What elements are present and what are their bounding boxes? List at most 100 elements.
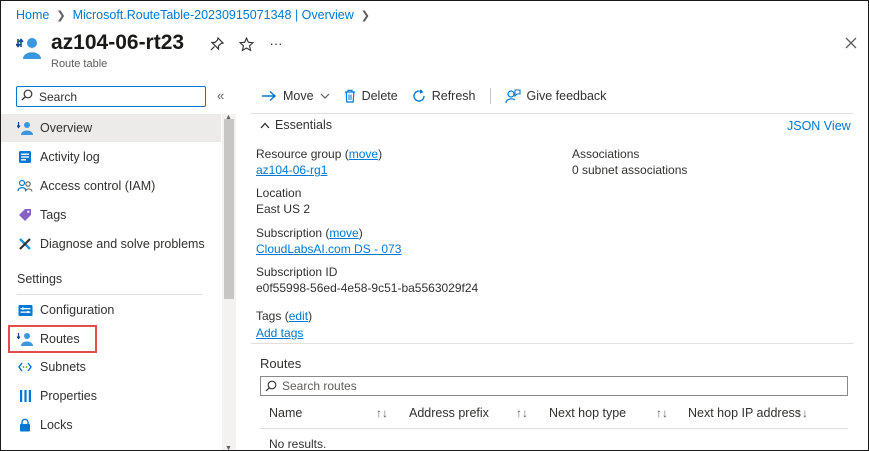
- delete-label: Delete: [361, 89, 398, 103]
- divider: [251, 343, 853, 344]
- subscription-move-link[interactable]: move: [329, 226, 358, 240]
- give-feedback-button[interactable]: Give feedback: [504, 88, 607, 104]
- lock-icon: [17, 417, 33, 433]
- refresh-icon: [412, 89, 426, 103]
- trash-icon: [344, 89, 356, 103]
- wrench-icon: [17, 236, 33, 252]
- divider: [251, 113, 853, 114]
- sort-icon[interactable]: ↑↓: [376, 406, 388, 420]
- activity-log-icon: [17, 149, 33, 165]
- tags-label: Tags (edit): [256, 309, 313, 323]
- chevron-right-icon: ❯: [56, 9, 66, 22]
- sidebar-item-locks[interactable]: Locks: [1, 411, 221, 439]
- subscription-value: CloudLabsAI.com DS - 073: [256, 242, 401, 256]
- essentials-toggle[interactable]: Essentials: [260, 118, 332, 132]
- sidebar-item-label: Properties: [40, 389, 97, 403]
- sidebar-item-access-control[interactable]: Access control (IAM): [1, 172, 221, 200]
- resource-group-link[interactable]: az104-06-rg1: [256, 163, 327, 177]
- sidebar-item-overview[interactable]: Overview: [1, 114, 221, 142]
- sidebar-item-diagnose[interactable]: Diagnose and solve problems: [1, 230, 221, 258]
- resource-group-value: az104-06-rg1: [256, 163, 327, 177]
- sidebar-item-label: Configuration: [40, 303, 115, 317]
- sort-icon[interactable]: ↑↓: [516, 406, 528, 420]
- breadcrumb-resource[interactable]: Microsoft.RouteTable-20230915071348 | Ov…: [73, 8, 354, 22]
- move-label: Move: [283, 89, 314, 103]
- sidebar-scrollbar[interactable]: ▲ ▼: [222, 114, 236, 450]
- configuration-icon: [17, 302, 33, 318]
- routes-search-input[interactable]: [282, 379, 822, 393]
- sidebar-item-activity-log[interactable]: Activity log: [1, 143, 221, 171]
- column-header-next-hop-ip[interactable]: Next hop IP address: [688, 406, 801, 420]
- column-header-address-prefix[interactable]: Address prefix: [409, 406, 489, 420]
- delete-button[interactable]: Delete: [344, 89, 398, 103]
- page-title: az104-06-rt23: [51, 31, 185, 54]
- subscription-id-value: e0f55998-56ed-4e58-9c51-ba5563029f24: [256, 281, 479, 295]
- essentials-label: Essentials: [275, 118, 332, 132]
- sort-icon[interactable]: ↑↓: [796, 406, 808, 420]
- sidebar-search[interactable]: [16, 86, 206, 107]
- subscription-id-label: Subscription ID: [256, 265, 338, 279]
- sidebar-item-label: Tags: [40, 208, 67, 222]
- route-table-icon: [15, 35, 42, 61]
- associations-value: 0 subnet associations: [572, 163, 688, 177]
- sidebar-item-label: Locks: [40, 418, 73, 432]
- breadcrumb-home[interactable]: Home: [16, 8, 49, 22]
- scroll-thumb[interactable]: [224, 119, 234, 299]
- add-tags-link[interactable]: Add tags: [256, 326, 303, 340]
- refresh-label: Refresh: [431, 89, 476, 103]
- column-header-name[interactable]: Name: [269, 406, 302, 420]
- search-icon: [265, 380, 277, 392]
- sidebar-item-configuration[interactable]: Configuration: [1, 296, 221, 324]
- tag-icon: [17, 207, 33, 223]
- add-tags: Add tags: [256, 326, 303, 340]
- sidebar-item-label: Activity log: [40, 150, 100, 164]
- sidebar-search-input[interactable]: [39, 89, 199, 104]
- divider: [17, 294, 203, 295]
- routes-search[interactable]: [260, 376, 848, 396]
- collapse-sidebar-icon[interactable]: «: [217, 88, 224, 103]
- page-subtitle: Route table: [51, 58, 108, 70]
- search-icon: [21, 89, 33, 104]
- no-results-text: No results.: [269, 437, 327, 451]
- chevron-right-icon: ❯: [360, 9, 370, 22]
- feedback-icon: [504, 88, 521, 104]
- sidebar-item-subnets[interactable]: Subnets: [1, 353, 221, 381]
- associations-label: Associations: [572, 147, 640, 161]
- pin-icon[interactable]: [208, 35, 226, 53]
- column-header-next-hop-type[interactable]: Next hop type: [549, 406, 626, 420]
- location-value: East US 2: [256, 202, 311, 216]
- route-table-icon: [17, 120, 33, 136]
- sidebar-item-label: Overview: [40, 121, 93, 135]
- more-options-icon[interactable]: ···: [267, 34, 285, 52]
- close-icon[interactable]: [842, 34, 860, 52]
- star-icon[interactable]: [237, 35, 255, 53]
- settings-heading: Settings: [17, 272, 63, 286]
- tags-label-text: Tags: [256, 309, 282, 323]
- feedback-label: Give feedback: [526, 89, 607, 103]
- subscription-label-text: Subscription: [256, 226, 323, 240]
- move-link[interactable]: move: [349, 147, 378, 161]
- edit-tags-link[interactable]: edit: [289, 309, 308, 323]
- move-button[interactable]: Move: [261, 89, 330, 103]
- resource-group-label-text: Resource group: [256, 147, 342, 161]
- routes-title: Routes: [260, 356, 302, 371]
- command-bar: Move Delete Refresh Give feedback: [261, 86, 620, 106]
- subnet-icon: [17, 359, 33, 375]
- subscription-link[interactable]: CloudLabsAI.com DS - 073: [256, 242, 401, 256]
- breadcrumb: Home ❯ Microsoft.RouteTable-202309150713…: [16, 6, 377, 24]
- sidebar-item-tags[interactable]: Tags: [1, 201, 221, 229]
- sort-icon[interactable]: ↑↓: [656, 406, 668, 420]
- people-icon: [17, 178, 33, 194]
- divider: [260, 428, 848, 429]
- routes-highlight: [8, 325, 97, 353]
- json-view-link[interactable]: JSON View: [787, 119, 851, 133]
- portal-window: Home ❯ Microsoft.RouteTable-202309150713…: [0, 0, 869, 451]
- chevron-down-icon: [320, 93, 330, 99]
- chevron-up-icon: [260, 122, 270, 129]
- scroll-down-icon[interactable]: ▼: [225, 445, 232, 450]
- resource-group-label: Resource group (move): [256, 147, 383, 161]
- arrow-right-icon: [261, 90, 277, 102]
- sidebar-item-properties[interactable]: Properties: [1, 382, 221, 410]
- subscription-label: Subscription (move): [256, 226, 363, 240]
- refresh-button[interactable]: Refresh: [412, 89, 476, 103]
